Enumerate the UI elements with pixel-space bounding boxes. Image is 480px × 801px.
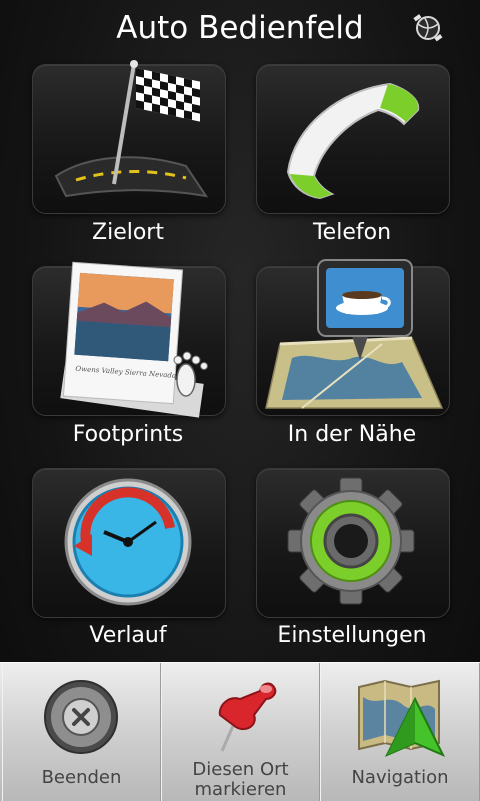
clock-history-icon [64, 478, 192, 606]
page-title: Auto Bedienfeld [116, 10, 364, 46]
close-circle-icon [44, 680, 118, 754]
tile-label-footprints: Footprints [72, 422, 184, 447]
tile-label-telefon: Telefon [312, 220, 392, 245]
checkered-flag-road-icon [54, 60, 209, 198]
tile-label-in-der-naehe: In der Nähe [287, 422, 417, 447]
mark-location-button[interactable]: Diesen Ort markieren [161, 663, 320, 801]
navigation-button[interactable]: Navigation [320, 663, 480, 801]
pushpin-icon [218, 682, 277, 752]
coffee-map-pin-icon [265, 259, 444, 409]
navigation-button-label: Navigation [351, 767, 449, 788]
map-arrow-icon [358, 679, 446, 757]
phone-handset-icon [286, 82, 420, 200]
tile-label-zielort: Zielort [92, 220, 164, 245]
photo-footprint-icon: Owens Valley Sierra Nevada [60, 261, 208, 418]
gps-satellite-icon [413, 14, 443, 42]
exit-button[interactable]: Beenden [2, 663, 161, 801]
bottom-action-bar: Beenden Diesen Ort markieren Navigation [0, 662, 480, 801]
exit-button-label: Beenden [41, 767, 122, 788]
tile-label-verlauf: Verlauf [89, 623, 167, 648]
mark-location-label-line1: Diesen Ort [192, 759, 289, 780]
gear-icon [287, 477, 415, 605]
tile-label-einstellungen: Einstellungen [277, 623, 427, 648]
mark-location-label-line2: markieren [194, 779, 287, 800]
